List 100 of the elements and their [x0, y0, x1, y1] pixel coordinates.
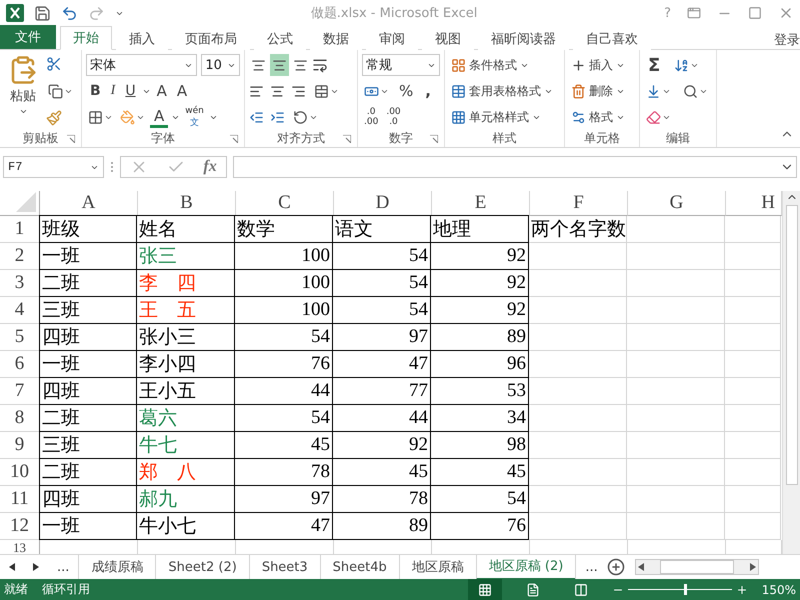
style-menu-button[interactable]: 套用表格格式 — [449, 80, 560, 102]
column-header[interactable]: E — [474, 192, 486, 214]
table-cell: 92 — [333, 432, 431, 459]
status-text: 循环引用 — [42, 581, 90, 598]
autosum-button[interactable]: Σ — [644, 54, 664, 76]
row-header[interactable]: 6 — [14, 353, 24, 375]
cells-menu-button[interactable]: 插入 — [569, 54, 635, 76]
name-box[interactable]: F7 — [3, 156, 104, 178]
cut-icon[interactable] — [46, 56, 62, 72]
insert-function-button[interactable]: fx — [203, 158, 217, 176]
new-sheet-icon[interactable] — [606, 558, 625, 576]
table-cell: 44 — [235, 378, 333, 405]
file-tab[interactable]: 文件 — [0, 25, 56, 49]
cells-menu-button[interactable]: 格式 — [569, 106, 635, 128]
font-color-button[interactable]: A — [150, 106, 168, 128]
italic-button[interactable]: I — [106, 80, 120, 102]
column-header[interactable]: F — [573, 192, 584, 214]
font-name-select[interactable]: 宋体 — [86, 54, 198, 76]
increase-indent-icon[interactable] — [270, 110, 285, 124]
style-menu-button[interactable]: 单元格样式 — [449, 106, 560, 128]
dialog-launcher-icon[interactable] — [67, 135, 75, 143]
grow-font-button[interactable]: A — [152, 80, 171, 102]
table-cell: 97 — [235, 486, 333, 513]
dialog-launcher-icon[interactable] — [343, 135, 351, 143]
number-format-select[interactable]: 常规 — [362, 54, 440, 76]
table-cell: 一班 — [39, 351, 137, 378]
align-center-icon[interactable] — [270, 84, 285, 98]
column-header[interactable]: G — [670, 192, 684, 214]
align-left-icon[interactable] — [249, 84, 264, 98]
sheet-tab[interactable]: 地区原稿 (2) — [476, 554, 576, 580]
status-text: 就绪 — [4, 581, 28, 598]
empty-cell — [725, 432, 781, 459]
font-size-select[interactable]: 10 — [201, 54, 240, 76]
row-header[interactable]: 12 — [10, 515, 29, 537]
phonetic-button[interactable]: wén 文 — [183, 106, 206, 128]
column-header[interactable]: D — [376, 192, 390, 214]
empty-cell — [725, 297, 781, 324]
empty-cell — [725, 324, 781, 351]
ribbon-display-icon[interactable] — [687, 6, 701, 20]
vertical-scrollbar[interactable] — [782, 191, 800, 554]
underline-button[interactable]: U — [121, 80, 140, 102]
table-cell: 李 四 — [137, 270, 235, 297]
column-header[interactable]: H — [761, 192, 775, 214]
row-header[interactable]: 11 — [10, 488, 29, 510]
middle-align-button[interactable] — [270, 54, 289, 76]
settings-icon — [571, 110, 586, 124]
formula-input[interactable] — [233, 156, 797, 178]
paste-button[interactable]: 粘贴 — [4, 53, 42, 129]
align-right-icon[interactable] — [291, 84, 306, 98]
ribbon-tab[interactable]: 开始 — [60, 26, 112, 50]
row-header[interactable]: 1 — [14, 218, 24, 240]
group-label: 编辑 — [666, 130, 690, 146]
row-header[interactable]: 10 — [10, 461, 29, 483]
zoom-thumb[interactable] — [684, 584, 687, 595]
row-header[interactable]: 2 — [14, 245, 24, 267]
increase-decimal-button[interactable]: .0 .00 — [362, 107, 380, 127]
table-cell: 二班 — [39, 459, 137, 486]
group-label: 样式 — [492, 130, 516, 146]
column-header[interactable]: A — [82, 192, 96, 214]
row-header[interactable]: 9 — [14, 434, 24, 456]
row-header[interactable]: 7 — [14, 380, 24, 402]
table-cell: 四班 — [39, 378, 137, 405]
decrease-decimal-button[interactable]: .00 .0 — [384, 107, 403, 127]
format-painter-icon[interactable] — [46, 110, 62, 126]
percent-button[interactable]: % — [395, 80, 418, 102]
row-header[interactable]: 8 — [14, 407, 24, 429]
bold-button[interactable]: B — [86, 80, 105, 102]
table-cell: 地理 — [431, 215, 529, 243]
row-header[interactable]: 4 — [14, 299, 24, 321]
shrink-font-button[interactable]: A — [172, 80, 192, 102]
wrap-text-icon[interactable] — [312, 57, 328, 73]
more-sheets-button[interactable]: ... — [48, 555, 78, 579]
spreadsheet-logo-icon[interactable] — [6, 4, 24, 22]
table-cell: 77 — [333, 378, 431, 405]
style-menu-button[interactable]: 条件格式 — [449, 54, 560, 76]
grip-icon — [110, 160, 114, 174]
save-icon[interactable] — [34, 4, 51, 22]
decrease-indent-icon[interactable] — [249, 110, 264, 124]
zoom-in-icon[interactable] — [736, 584, 748, 596]
table-cell: 54 — [333, 270, 431, 297]
dialog-launcher-icon[interactable] — [230, 135, 238, 143]
group-label: 对齐方式 — [277, 130, 325, 146]
normal-view-button[interactable] — [468, 579, 502, 600]
caret-icon — [18, 107, 28, 116]
cells-menu-button[interactable]: 删除 — [569, 80, 635, 102]
empty-cell — [725, 459, 781, 486]
comma-button[interactable]: , — [421, 80, 435, 102]
horizontal-scrollbar[interactable] — [634, 559, 759, 575]
row-header[interactable]: 3 — [14, 272, 24, 294]
sign-in-link[interactable]: 登录 — [774, 31, 800, 49]
undo-icon[interactable] — [61, 4, 78, 22]
table-cell: 一班 — [39, 243, 137, 270]
maximize-icon[interactable] — [748, 6, 762, 20]
column-header[interactable]: B — [180, 192, 193, 214]
column-header[interactable]: C — [278, 192, 291, 214]
row-header[interactable]: 5 — [14, 326, 24, 348]
grid-icon — [451, 58, 466, 72]
empty-cell — [725, 351, 781, 378]
dialog-launcher-icon[interactable] — [430, 135, 438, 143]
row-header[interactable]: 13 — [13, 540, 26, 554]
